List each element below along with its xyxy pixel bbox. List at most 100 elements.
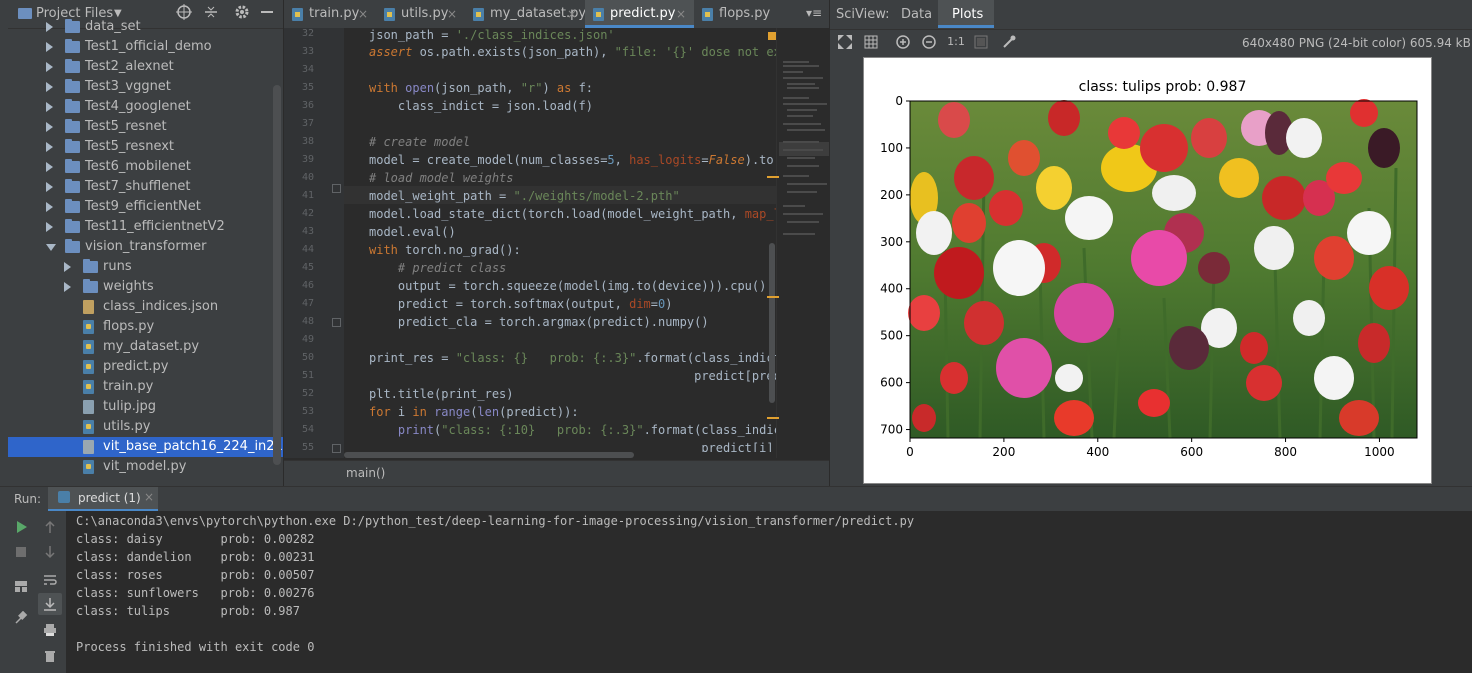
tree-file[interactable]: flops.py: [8, 317, 283, 337]
tree-file[interactable]: predict.py: [8, 357, 283, 377]
tree-folder[interactable]: Test5_resnext: [8, 137, 283, 157]
tab-plots[interactable]: Plots: [938, 0, 994, 28]
tree-folder[interactable]: vision_transformer: [8, 237, 283, 257]
close-icon[interactable]: ×: [358, 0, 368, 28]
chevron-right-icon[interactable]: [46, 82, 53, 92]
project-panel: Project Files ▼ data_set Test1_official_d…: [8, 0, 283, 486]
tab-flops-py[interactable]: flops.py: [694, 0, 789, 28]
line-number: 38: [301, 136, 314, 147]
tree-item-label: vision_transformer: [85, 239, 207, 254]
rerun-icon[interactable]: [14, 520, 28, 534]
chevron-right-icon[interactable]: [46, 102, 53, 112]
line-number: 50: [301, 352, 314, 363]
down-arrow-icon[interactable]: [43, 545, 57, 559]
chevron-right-icon[interactable]: [46, 142, 53, 152]
run-console[interactable]: C:\anaconda3\envs\pytorch\python.exe D:/…: [66, 511, 1472, 673]
soft-wrap-icon[interactable]: [43, 573, 57, 587]
code-line: json_path = './class_indices.json': [369, 28, 615, 42]
warning-marker[interactable]: [767, 417, 779, 419]
chevron-right-icon[interactable]: [46, 222, 53, 232]
tab-my_dataset-py[interactable]: my_dataset.py ×: [465, 0, 586, 28]
run-tab[interactable]: predict (1) ×: [48, 487, 158, 512]
grid-icon[interactable]: [864, 35, 878, 49]
zoom-out-icon[interactable]: [922, 35, 936, 49]
tree-file[interactable]: vit_base_patch16_224_in21k.pth: [8, 437, 283, 457]
minimap-stripe[interactable]: [767, 28, 829, 458]
tree-file[interactable]: utils.py: [8, 417, 283, 437]
tree-folder[interactable]: Test5_resnet: [8, 117, 283, 137]
tree-folder[interactable]: Test7_shufflenet: [8, 177, 283, 197]
tree-folder[interactable]: Test1_official_demo: [8, 37, 283, 57]
tree-folder[interactable]: runs: [8, 257, 283, 277]
close-icon[interactable]: ×: [447, 0, 457, 28]
tree-folder[interactable]: weights: [8, 277, 283, 297]
horizontal-scrollbar[interactable]: [344, 452, 776, 458]
fold-marker-icon[interactable]: [332, 184, 341, 193]
trash-icon[interactable]: [43, 649, 57, 663]
line-number: 43: [301, 226, 314, 237]
console-line: class: dandelion prob: 0.00231: [76, 550, 315, 564]
up-arrow-icon[interactable]: [43, 520, 57, 534]
actual-size-button[interactable]: 1:1: [946, 35, 966, 49]
layout-icon[interactable]: [14, 579, 28, 593]
tree-item-label: flops.py: [103, 319, 155, 334]
sciview-label: SciView:: [836, 7, 890, 22]
tree-folder[interactable]: Test11_efficientnetV2: [8, 217, 283, 237]
chevron-right-icon[interactable]: [64, 262, 71, 272]
tab-train-py[interactable]: train.py ×: [284, 0, 376, 28]
x-tick-label: 1000: [1364, 445, 1395, 459]
folder-icon: [65, 99, 80, 113]
tree-scrollbar[interactable]: [273, 85, 281, 465]
warning-marker[interactable]: [767, 296, 779, 298]
tab-predict-py[interactable]: predict.py ×: [585, 0, 694, 28]
stop-icon[interactable]: [14, 545, 28, 559]
tree-folder[interactable]: Test4_googlenet: [8, 97, 283, 117]
tree-item-label: Test5_resnext: [85, 139, 175, 154]
chevron-down-icon[interactable]: [46, 244, 56, 251]
chevron-right-icon[interactable]: [46, 202, 53, 212]
close-icon[interactable]: ×: [676, 0, 686, 28]
fold-marker-icon[interactable]: [332, 318, 341, 327]
breadcrumb-function[interactable]: main(): [346, 466, 385, 480]
chevron-right-icon[interactable]: [46, 62, 53, 72]
tree-folder[interactable]: data_set: [8, 17, 283, 37]
tab-data[interactable]: Data: [901, 7, 932, 22]
minimize-icon[interactable]: [261, 11, 273, 13]
scroll-to-end-icon[interactable]: [38, 593, 62, 615]
code-editor[interactable]: json_path = './class_indices.json' asser…: [344, 28, 776, 458]
pin-icon[interactable]: [14, 610, 28, 625]
fit-to-window-icon[interactable]: [838, 35, 852, 49]
print-icon[interactable]: [43, 623, 57, 637]
python-file-icon: [83, 320, 94, 334]
close-icon[interactable]: ×: [567, 0, 577, 28]
chevron-right-icon[interactable]: [46, 122, 53, 132]
tree-file[interactable]: train.py: [8, 377, 283, 397]
chevron-right-icon[interactable]: [46, 42, 53, 52]
fold-marker-icon[interactable]: [332, 444, 341, 453]
tulip-photo: [908, 99, 1417, 439]
background-toggle-icon[interactable]: [974, 35, 988, 49]
tree-folder[interactable]: Test3_vggnet: [8, 77, 283, 97]
chevron-right-icon[interactable]: [46, 182, 53, 192]
warning-marker[interactable]: [767, 176, 779, 178]
tab-overflow-icon[interactable]: ▾≡: [806, 6, 822, 20]
vertical-scrollbar[interactable]: [769, 243, 775, 403]
x-tick-label: 600: [1180, 445, 1203, 459]
tree-file[interactable]: tulip.jpg: [8, 397, 283, 417]
tree-file[interactable]: vit_model.py: [8, 457, 283, 477]
zoom-in-icon[interactable]: [896, 35, 910, 49]
color-picker-icon[interactable]: [1002, 35, 1016, 49]
tree-folder[interactable]: Test6_mobilenet: [8, 157, 283, 177]
tab-utils-py[interactable]: utils.py ×: [376, 0, 465, 28]
close-icon[interactable]: ×: [144, 490, 154, 504]
folder-icon: [65, 219, 80, 233]
tree-folder[interactable]: Test2_alexnet: [8, 57, 283, 77]
y-tick-label: 500: [880, 329, 903, 343]
tree-file[interactable]: class_indices.json: [8, 297, 283, 317]
chevron-right-icon[interactable]: [46, 162, 53, 172]
chevron-right-icon[interactable]: [46, 22, 53, 32]
console-line: class: tulips prob: 0.987: [76, 604, 300, 618]
tree-folder[interactable]: Test9_efficientNet: [8, 197, 283, 217]
chevron-right-icon[interactable]: [64, 282, 71, 292]
tree-file[interactable]: my_dataset.py: [8, 337, 283, 357]
